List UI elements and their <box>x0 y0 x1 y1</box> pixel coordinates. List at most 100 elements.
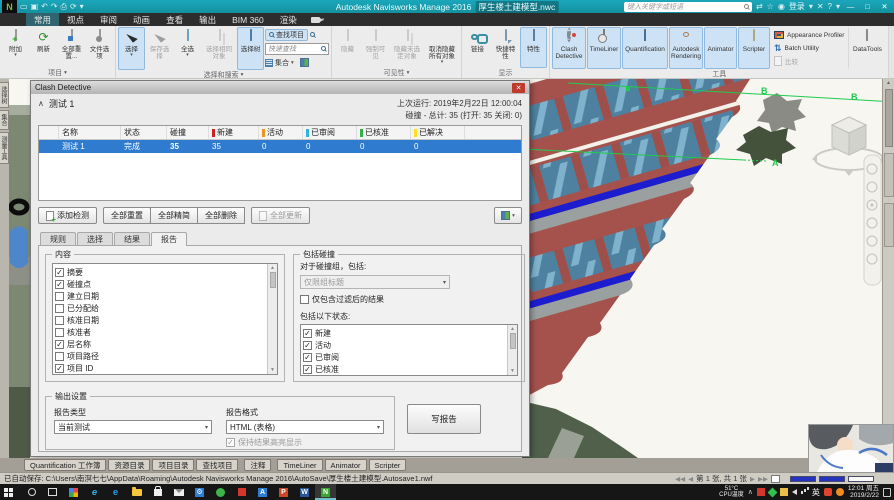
desktop-pet-widget[interactable] <box>808 424 894 473</box>
file-explorer-icon[interactable] <box>126 484 147 500</box>
dock-tab-scripter[interactable]: Scripter <box>369 459 407 471</box>
tab-viewpoint[interactable]: 视点 <box>59 13 92 26</box>
reset-all-button[interactable]: 全部重置... <box>58 27 85 68</box>
report-format-select[interactable]: HTML (表格)▾ <box>226 420 384 434</box>
quick-properties-button[interactable]: 快捷特性 <box>492 27 519 68</box>
list-item[interactable]: 建立日期 <box>55 290 265 302</box>
contents-scrollbar[interactable]: ▲▼ <box>267 264 277 374</box>
save-icon[interactable]: ▣ <box>31 3 39 11</box>
autodesk-rendering-button[interactable]: Autodesk Rendering <box>669 27 703 69</box>
user-icon[interactable]: ◉ <box>778 3 785 11</box>
collapsed-panel-tab[interactable] <box>884 203 894 247</box>
attach-button[interactable]: 附加▾ <box>2 27 29 68</box>
last-sheet-icon[interactable]: ▶▶ <box>758 475 768 483</box>
animator-button[interactable]: Animator <box>704 27 737 69</box>
tab-bim360[interactable]: BIM 360 <box>224 13 272 26</box>
dock-tab-selection-tree[interactable]: 选择树 <box>0 82 9 108</box>
dock-tab-find-items[interactable]: 查找项目 <box>196 459 238 471</box>
quantification-button[interactable]: Quantification <box>622 27 668 69</box>
tab-home[interactable]: 常用 <box>26 13 59 26</box>
powerpoint-icon[interactable]: P <box>273 484 294 500</box>
app-a-icon[interactable]: A <box>252 484 273 500</box>
task-view-icon[interactable] <box>42 484 63 500</box>
list-item[interactable]: ✓已审阅 <box>303 351 505 363</box>
ie-icon[interactable]: e <box>84 484 105 500</box>
update-all-button[interactable]: 全部更新 <box>251 207 310 224</box>
group-label-visibility[interactable]: 可见性 <box>384 68 405 78</box>
collapsed-panel-tab[interactable] <box>884 153 894 197</box>
timeliner-button[interactable]: TimeLiner <box>587 27 621 69</box>
navisworks-taskbar-icon[interactable]: N <box>315 484 336 500</box>
refresh-button[interactable]: ⟳刷新 <box>30 27 57 68</box>
panel-close-button[interactable]: ✕ <box>512 83 525 93</box>
help-dropdown-icon[interactable]: ▾ <box>836 3 840 11</box>
open-icon[interactable]: ▭ <box>20 3 28 11</box>
select-button[interactable]: 选择▾ <box>118 27 145 70</box>
group-include-select[interactable]: 仅限组标题▾ <box>300 275 450 289</box>
tray-folder-icon[interactable] <box>780 488 788 496</box>
help-icon[interactable]: ? <box>828 3 832 11</box>
edge-icon[interactable]: e <box>105 484 126 500</box>
tray-green-icon[interactable] <box>767 487 777 497</box>
undo-icon[interactable]: ↶ <box>41 3 48 11</box>
maximize-button[interactable]: □ <box>861 2 874 11</box>
save-selection-button[interactable]: 保存选择 <box>146 27 173 70</box>
tab-results[interactable]: 结果 <box>114 232 150 245</box>
quick-find-input[interactable]: 快速查找 <box>265 43 329 55</box>
list-item[interactable]: ✓摘要 <box>55 266 265 278</box>
star-icon[interactable]: ☆ <box>767 3 774 11</box>
col-reviewed[interactable]: 已审阅 <box>303 126 357 139</box>
sheet-browser-icon[interactable] <box>771 475 780 483</box>
list-item[interactable]: ✓活动 <box>303 339 505 351</box>
group-label-tools[interactable]: 工具 <box>712 69 726 79</box>
list-item[interactable]: ✓层名称 <box>55 338 265 350</box>
add-test-button[interactable]: 添加检测 <box>38 207 97 224</box>
delete-all-button[interactable]: 全部删除 <box>197 207 245 224</box>
record-icon[interactable]: ▾ <box>305 13 331 26</box>
report-type-select[interactable]: 当前测试▾ <box>54 420 212 434</box>
signin-dropdown-icon[interactable]: ▾ <box>809 3 813 11</box>
file-options-button[interactable]: 文件选项 <box>86 27 113 68</box>
sets-dropdown[interactable]: 集合▾ <box>265 56 329 69</box>
scroll-up-icon[interactable]: ▲ <box>886 80 891 87</box>
exchange-apps-icon[interactable]: ✕ <box>817 3 824 11</box>
tab-rules[interactable]: 规则 <box>40 232 76 245</box>
write-report-button[interactable]: 写报告 <box>407 404 481 434</box>
scripter-button[interactable]: Scripter <box>738 27 770 69</box>
tab-select[interactable]: 选择 <box>77 232 113 245</box>
contents-listbox[interactable]: ✓摘要 ✓碰撞点 建立日期 已分配给 核准日期 核准者 ✓层名称 项目路径 ✓项… <box>52 263 278 375</box>
find-items-button[interactable]: 查找项目 <box>265 29 308 41</box>
tray-red-icon[interactable] <box>757 488 765 496</box>
select-same-button[interactable]: 选择相同对象 <box>202 27 236 70</box>
col-name[interactable]: 名称 <box>59 126 121 139</box>
compact-all-button[interactable]: 全部精简 <box>150 207 198 224</box>
action-center-icon[interactable] <box>883 488 891 497</box>
panel-title-bar[interactable]: Clash Detective ✕ <box>31 81 529 94</box>
hide-unselected-button[interactable]: 隐藏未选定对象 <box>390 27 424 68</box>
links-button[interactable]: 链接 <box>464 27 491 68</box>
viewport-scrollbar[interactable]: ▲ ▼ <box>882 79 894 458</box>
dock-tab-item-catalog[interactable]: 项目目录 <box>152 459 194 471</box>
keep-highlight-checkbox[interactable]: ✓保持结果高亮显示 <box>226 437 384 448</box>
word-icon[interactable]: W <box>294 484 315 500</box>
list-item[interactable]: ✓碰撞点 <box>55 278 265 290</box>
col-clashes[interactable]: 碰撞 <box>167 126 209 139</box>
group-label-project[interactable]: 项目 <box>48 68 62 78</box>
group-label-display[interactable]: 显示 <box>499 68 513 78</box>
appearance-profiler-button[interactable]: Appearance Profiler <box>774 29 844 41</box>
list-item[interactable]: ✓新建 <box>303 327 505 339</box>
qat-dropdown-icon[interactable]: ▾ <box>80 3 84 11</box>
red-app-icon[interactable] <box>231 484 252 500</box>
collapse-icon[interactable]: ∧ <box>38 99 44 108</box>
dock-tab-sets[interactable]: 集合 <box>0 110 9 130</box>
refresh-icon[interactable]: ⟳ <box>70 3 77 11</box>
photos-app-icon[interactable] <box>63 484 84 500</box>
list-item[interactable]: 项目路径 <box>55 350 265 362</box>
col-status[interactable]: 状态 <box>121 126 167 139</box>
redo-icon[interactable]: ↷ <box>51 3 58 11</box>
list-item[interactable]: ✓项目 ID <box>55 362 265 374</box>
quick-find-icon[interactable] <box>310 32 315 37</box>
tab-animation[interactable]: 动画 <box>125 13 158 26</box>
dock-tab-timeliner[interactable]: TimeLiner <box>277 459 322 471</box>
require-button[interactable]: 强制可见 <box>362 27 389 68</box>
